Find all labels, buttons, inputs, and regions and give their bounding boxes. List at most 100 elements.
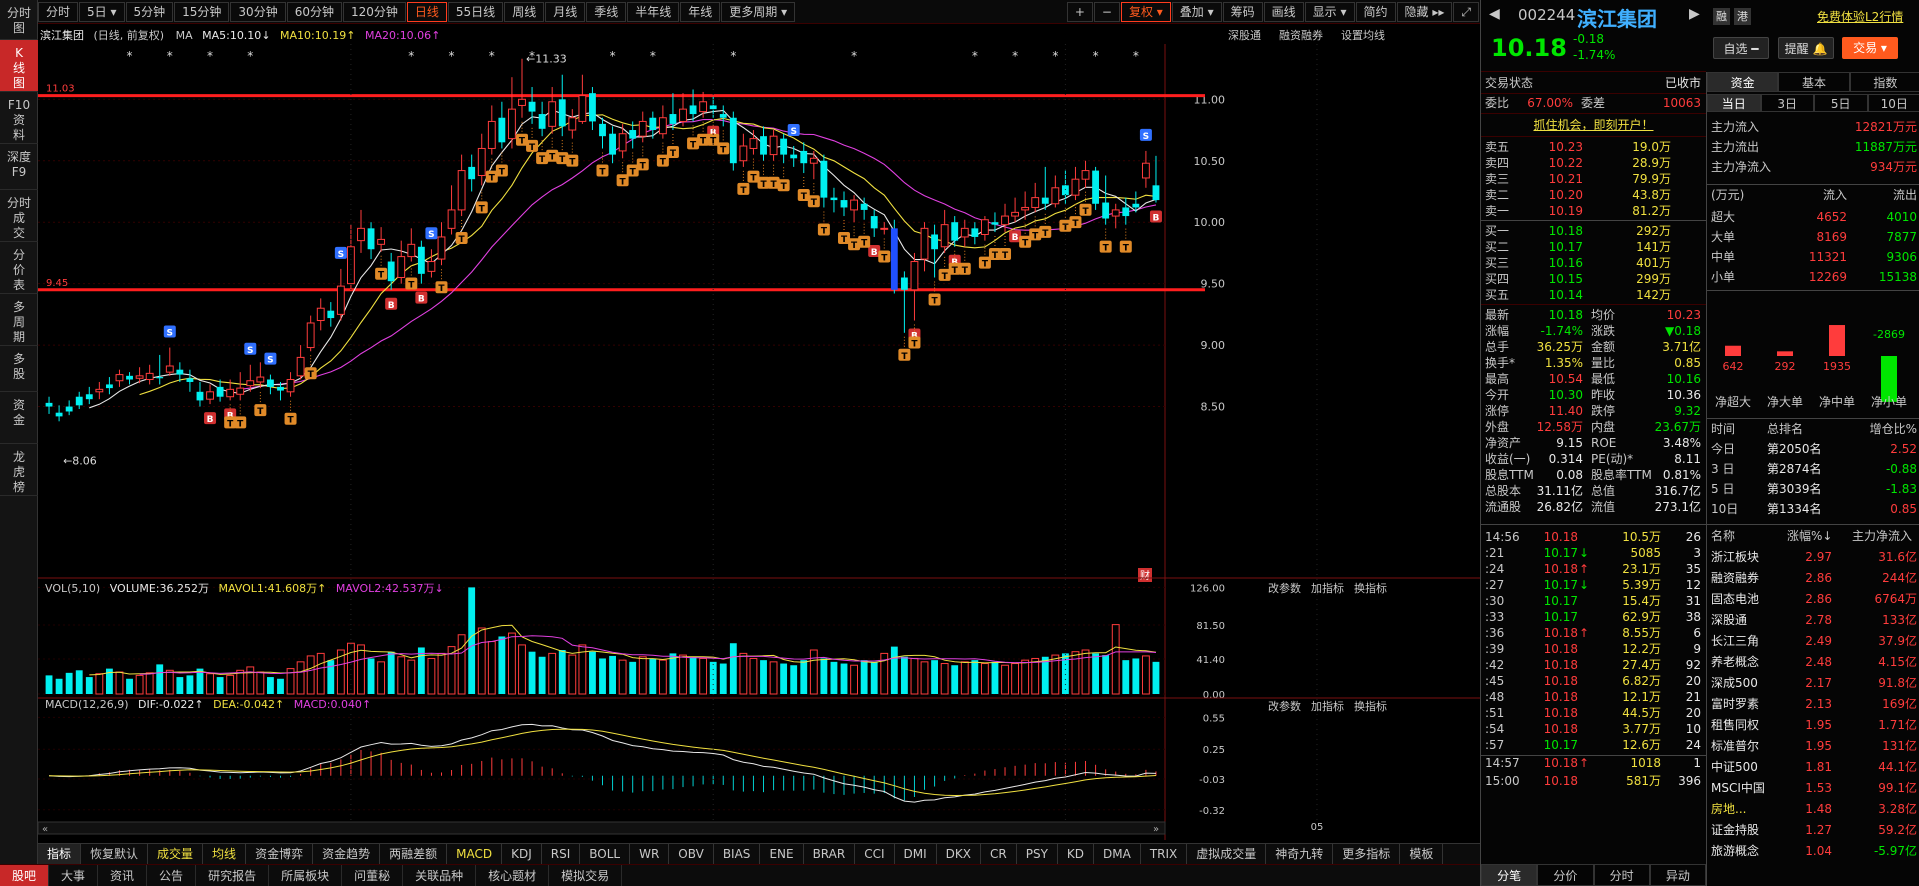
bottom-nav-5[interactable]: 所属板块 [269, 864, 343, 886]
tick-tab-1[interactable]: 分价 [1537, 864, 1594, 886]
indicator-tab-24[interactable]: 虚拟成交量 [1187, 843, 1267, 865]
period-8[interactable]: 55日线 [447, 1, 504, 22]
indicator-tab-14[interactable]: ENE [760, 843, 804, 865]
left-nav-item-3[interactable]: 深度 F9 [0, 144, 38, 190]
toolbar-right-1[interactable]: − [1093, 1, 1120, 22]
macd-switch-indicator[interactable]: 换指标 [1354, 698, 1387, 714]
toolbar-right-3[interactable]: 叠加 ▾ [1171, 1, 1222, 22]
period-10[interactable]: 月线 [545, 1, 586, 22]
left-nav-item-9[interactable]: 龙虎榜 [0, 444, 38, 496]
trade-button[interactable]: 交易 ▾ [1842, 37, 1898, 59]
fullscreen-icon[interactable]: ⤢ [1453, 1, 1479, 22]
tick-tab-0[interactable]: 分笔 [1481, 864, 1538, 886]
toolbar-right-6[interactable]: 显示 ▾ [1304, 1, 1355, 22]
toolbar-right-2[interactable]: 复权 ▾ [1120, 1, 1171, 22]
indicator-tab-25[interactable]: 神奇九转 [1266, 843, 1334, 865]
add-watchlist-button[interactable]: 自选 ━ [1713, 37, 1769, 59]
period-7[interactable]: 日线 [406, 1, 447, 22]
link-shengutong[interactable]: 深股通 [1228, 27, 1261, 43]
indicator-tab-13[interactable]: BIAS [714, 843, 761, 865]
period-6[interactable]: 120分钟 [342, 1, 406, 22]
bottom-nav-8[interactable]: 核心题材 [476, 864, 550, 886]
bottom-nav-7[interactable]: 关联品种 [403, 864, 477, 886]
indicator-tab-6[interactable]: 两融差额 [380, 843, 448, 865]
macd-change-param[interactable]: 改参数 [1268, 698, 1301, 714]
left-nav-item-8[interactable]: 资金 [0, 392, 38, 444]
left-nav-item-7[interactable]: 多股 [0, 346, 38, 392]
toolbar-right-5[interactable]: 画线 [1263, 1, 1304, 22]
period-4[interactable]: 30分钟 [230, 1, 286, 22]
toolbar-right-7[interactable]: 简约 [1355, 1, 1396, 22]
period-11[interactable]: 季线 [586, 1, 627, 22]
vol-add-indicator[interactable]: 加指标 [1311, 580, 1344, 596]
tick-tab-2[interactable]: 分时 [1593, 864, 1650, 886]
period-5[interactable]: 60分钟 [286, 1, 342, 22]
macd-add-indicator[interactable]: 加指标 [1311, 698, 1344, 714]
period-14[interactable]: 更多周期 ▾ [721, 1, 796, 22]
vol-switch-indicator[interactable]: 换指标 [1354, 580, 1387, 596]
indicator-tab-19[interactable]: CR [981, 843, 1017, 865]
indicator-tab-16[interactable]: CCI [855, 843, 895, 865]
tick-tab-3[interactable]: 异动 [1649, 864, 1706, 886]
period-1[interactable]: 5日 ▾ [79, 1, 125, 22]
indicator-tab-15[interactable]: BRAR [804, 843, 856, 865]
next-stock-icon[interactable]: ▶ [1689, 6, 1700, 22]
bottom-nav-0[interactable]: 股吧 [0, 864, 50, 886]
indicator-tab-12[interactable]: OBV [669, 843, 714, 865]
indicator-tab-22[interactable]: DMA [1094, 843, 1141, 865]
bottom-nav-6[interactable]: 问董秘 [342, 864, 404, 886]
period-13[interactable]: 年线 [680, 1, 721, 22]
bottom-nav-2[interactable]: 资讯 [98, 864, 148, 886]
indicator-tab-27[interactable]: 模板 [1400, 843, 1444, 865]
link-set-ma[interactable]: 设置均线 [1341, 27, 1385, 43]
left-nav-item-5[interactable]: 分价表 [0, 242, 38, 294]
fund-subtab-0[interactable]: 当日 [1707, 94, 1761, 112]
indicator-tab-2[interactable]: 成交量 [148, 843, 204, 865]
indicator-tab-18[interactable]: DKX [937, 843, 981, 865]
bottom-nav-3[interactable]: 公告 [147, 864, 197, 886]
left-nav-item-2[interactable]: F10 资料 [0, 92, 38, 144]
indicator-tab-26[interactable]: 更多指标 [1333, 843, 1401, 865]
indicator-tab-21[interactable]: KD [1058, 843, 1095, 865]
indicator-tab-1[interactable]: 恢复默认 [81, 843, 149, 865]
fund-subtab-3[interactable]: 10日 [1867, 94, 1919, 112]
indicator-tab-17[interactable]: DMI [895, 843, 937, 865]
indicator-tab-5[interactable]: 资金趋势 [313, 843, 381, 865]
link-rongzi[interactable]: 融资融券 [1279, 27, 1323, 43]
indicator-tab-9[interactable]: RSI [542, 843, 581, 865]
bottom-nav-9[interactable]: 模拟交易 [549, 864, 623, 886]
alert-button[interactable]: 提醒 🔔 [1778, 37, 1834, 59]
fund-tab-1[interactable]: 基本 [1778, 72, 1850, 92]
toolbar-right-8[interactable]: 隐藏 ▸▸ [1396, 1, 1453, 22]
prev-stock-icon[interactable]: ◀ [1489, 6, 1500, 22]
indicator-tab-10[interactable]: BOLL [580, 843, 631, 865]
fund-tab-0[interactable]: 资金 [1707, 72, 1779, 92]
left-nav-item-1[interactable]: K线图 [0, 40, 38, 92]
kline-chart[interactable]: 11.0010.5010.009.509.008.5011.039.45* * * *… [38, 44, 1480, 840]
indicator-tab-7[interactable]: MACD [447, 843, 503, 865]
bottom-nav-4[interactable]: 研究报告 [196, 864, 270, 886]
period-2[interactable]: 5分钟 [125, 1, 174, 22]
period-9[interactable]: 周线 [504, 1, 545, 22]
toolbar-right-4[interactable]: 筹码 [1222, 1, 1263, 22]
period-0[interactable]: 分时 [38, 1, 79, 22]
fund-subtab-1[interactable]: 3日 [1760, 94, 1814, 112]
period-3[interactable]: 15分钟 [174, 1, 230, 22]
period-12[interactable]: 半年线 [627, 1, 680, 22]
toolbar-right-0[interactable]: + [1066, 1, 1093, 22]
fund-subtab-2[interactable]: 5日 [1814, 94, 1868, 112]
indicator-tab-20[interactable]: PSY [1017, 843, 1058, 865]
indicator-tab-23[interactable]: TRIX [1141, 843, 1188, 865]
fund-tab-2[interactable]: 指数 [1849, 72, 1919, 92]
indicator-tab-4[interactable]: 资金博弈 [246, 843, 314, 865]
promo-link[interactable]: 抓住机会，即刻开户！ [1481, 116, 1706, 133]
indicator-tab-11[interactable]: WR [630, 843, 670, 865]
l2-link[interactable]: 免费体验L2行情 [1817, 8, 1903, 25]
indicator-tab-8[interactable]: KDJ [502, 843, 542, 865]
indicator-tab-0[interactable]: 指标 [38, 843, 82, 865]
left-nav-item-0[interactable]: 分时图 [0, 0, 38, 40]
left-nav-item-4[interactable]: 分时成交 [0, 190, 38, 242]
left-nav-item-6[interactable]: 多周期 [0, 294, 38, 346]
indicator-tab-3[interactable]: 均线 [203, 843, 247, 865]
vol-change-param[interactable]: 改参数 [1268, 580, 1301, 596]
